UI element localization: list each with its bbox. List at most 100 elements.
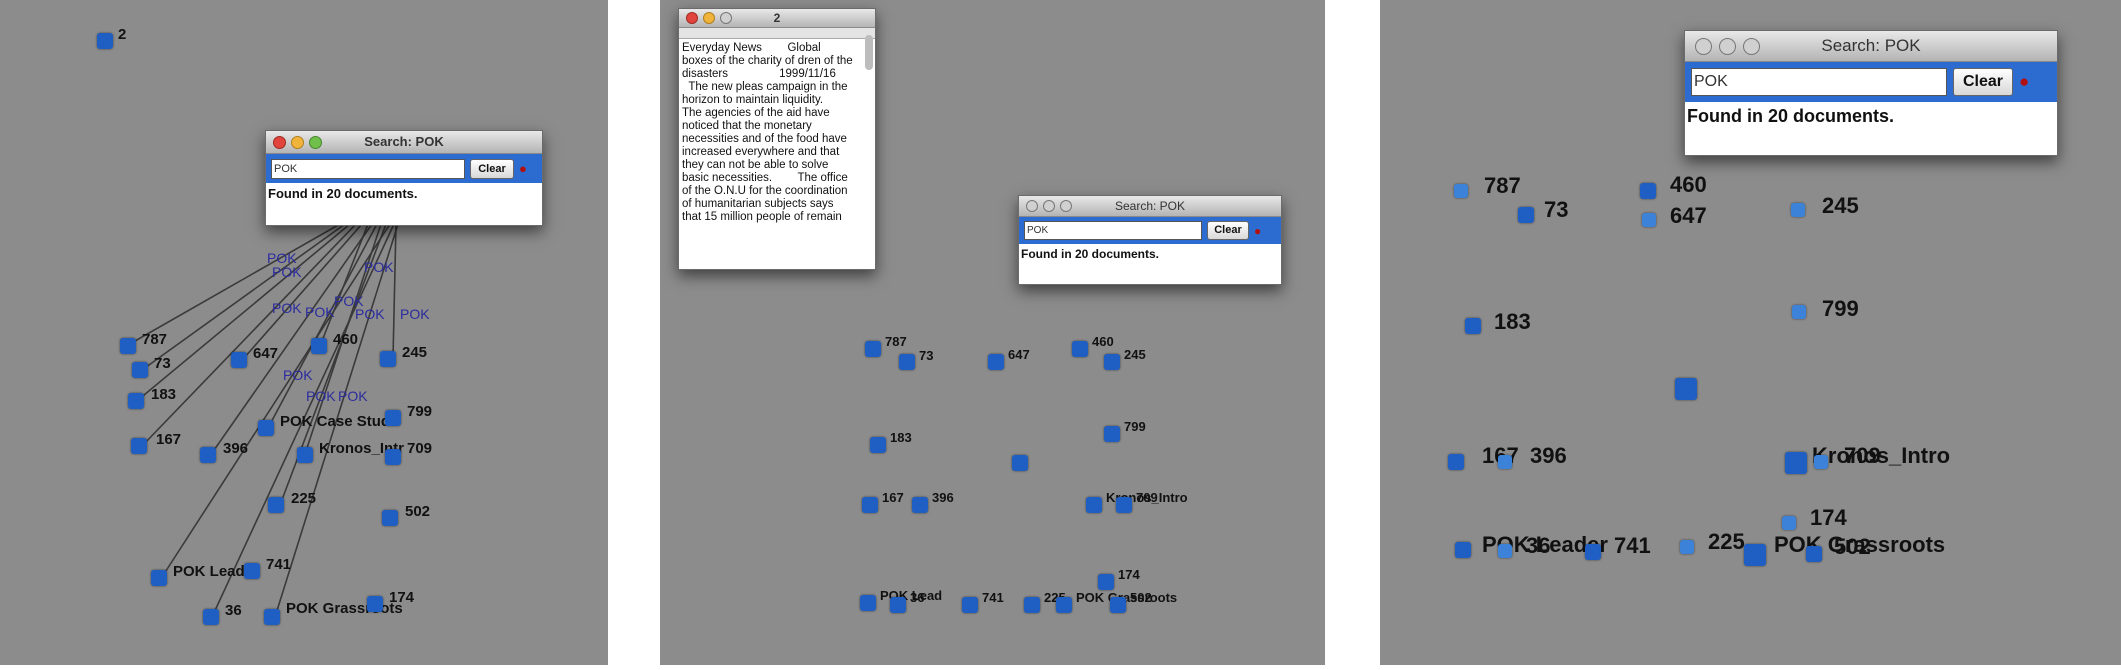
search-input[interactable]: [1691, 68, 1947, 96]
graph-node[interactable]: [258, 420, 274, 436]
graph-node[interactable]: [244, 563, 260, 579]
minimize-dot-icon[interactable]: [703, 12, 715, 24]
graph-node[interactable]: [200, 447, 216, 463]
window-titlebar[interactable]: 2: [679, 9, 875, 28]
keyword-label: POK: [305, 304, 335, 320]
zoom-dot-icon[interactable]: [1060, 200, 1072, 212]
graph-node[interactable]: [1110, 597, 1126, 613]
node-label: 502: [1130, 590, 1152, 605]
pushpin-icon[interactable]: ●: [1254, 224, 1261, 238]
graph-node[interactable]: [870, 437, 886, 453]
graph-node[interactable]: [203, 609, 219, 625]
close-dot-icon[interactable]: [686, 12, 698, 24]
graph-node[interactable]: [1518, 207, 1534, 223]
pushpin-icon[interactable]: ●: [519, 161, 527, 176]
window-controls: [686, 9, 732, 27]
graph-node[interactable]: [380, 351, 396, 367]
graph-node[interactable]: [1498, 455, 1512, 469]
graph-node[interactable]: [1785, 452, 1807, 474]
graph-node[interactable]: [860, 595, 876, 611]
graph-node[interactable]: [297, 447, 313, 463]
graph-node[interactable]: [385, 449, 401, 465]
search-result-text: Found in 20 documents.: [268, 186, 418, 201]
minimize-dot-icon[interactable]: [291, 135, 304, 149]
graph-node[interactable]: [1782, 516, 1796, 530]
window-controls: [1026, 196, 1072, 216]
graph-node[interactable]: [1640, 183, 1656, 199]
graph-node[interactable]: [264, 609, 280, 625]
search-input[interactable]: [1024, 221, 1202, 240]
graph-node[interactable]: [120, 338, 136, 354]
graph-node[interactable]: [1448, 454, 1464, 470]
node-label: 709: [1844, 443, 1881, 468]
node-label: 799: [1822, 296, 1859, 321]
scrollbar-thumb[interactable]: [865, 35, 873, 70]
graph-node[interactable]: [1791, 203, 1805, 217]
keyword-label: POK: [272, 264, 302, 280]
node-label: 787: [1484, 173, 1521, 198]
graph-node[interactable]: [1498, 544, 1512, 558]
graph-node[interactable]: [1104, 354, 1120, 370]
close-dot-icon[interactable]: [273, 135, 286, 149]
zoom-dot-icon[interactable]: [720, 12, 732, 24]
graph-node[interactable]: [890, 597, 906, 613]
graph-node[interactable]: [1056, 597, 1072, 613]
window-titlebar[interactable]: Search: POK: [1685, 31, 2057, 62]
graph-node[interactable]: [1072, 341, 1088, 357]
zoom-dot-icon[interactable]: [1743, 37, 1760, 55]
graph-node[interactable]: [151, 570, 167, 586]
search-input[interactable]: [271, 158, 465, 179]
graph-node[interactable]: [962, 597, 978, 613]
graph-node[interactable]: [1585, 544, 1601, 560]
zoom-dot-icon[interactable]: [309, 135, 322, 149]
graph-node[interactable]: [1012, 455, 1028, 471]
clear-button[interactable]: Clear: [1953, 68, 2013, 96]
graph-node[interactable]: [367, 596, 383, 612]
graph-node[interactable]: [268, 497, 284, 513]
graph-node[interactable]: [1680, 540, 1694, 554]
graph-node[interactable]: [1098, 574, 1114, 590]
node-label: POK Case Stud: [280, 413, 391, 430]
graph-node[interactable]: [1455, 542, 1471, 558]
node-label: Kronos_Intro: [1812, 443, 1951, 468]
search-result-text: Found in 20 documents.: [1687, 106, 1895, 126]
graph-node[interactable]: [912, 497, 928, 513]
graph-node[interactable]: [862, 497, 878, 513]
graph-node[interactable]: [1806, 546, 1822, 562]
graph-node[interactable]: [131, 438, 147, 454]
graph-node[interactable]: [1024, 597, 1040, 613]
graph-node[interactable]: [1814, 455, 1828, 469]
graph-node[interactable]: [382, 510, 398, 526]
clear-button[interactable]: Clear: [1207, 221, 1249, 240]
pushpin-icon[interactable]: ●: [2019, 72, 2029, 92]
graph-node[interactable]: [311, 338, 327, 354]
graph-node[interactable]: [1086, 497, 1102, 513]
graph-node[interactable]: [988, 354, 1004, 370]
window-titlebar[interactable]: Search: POK: [266, 131, 542, 154]
clear-button[interactable]: Clear: [470, 158, 514, 179]
graph-node[interactable]: [1744, 544, 1766, 566]
graph-node[interactable]: [899, 354, 915, 370]
graph-node[interactable]: [1104, 426, 1120, 442]
graph-node[interactable]: [128, 393, 144, 409]
graph-node[interactable]: [1454, 184, 1468, 198]
window-titlebar[interactable]: Search: POK: [1019, 196, 1281, 217]
window-title: Search: POK: [364, 134, 444, 149]
graph-node[interactable]: [385, 410, 401, 426]
minimize-dot-icon[interactable]: [1719, 37, 1736, 55]
graph-node[interactable]: [97, 33, 113, 49]
graph-node[interactable]: [1675, 378, 1697, 400]
graph-node[interactable]: [1642, 213, 1656, 227]
graph-node[interactable]: [1792, 305, 1806, 319]
graph-node[interactable]: [1116, 497, 1132, 513]
window-title: Search: POK: [1821, 36, 1921, 55]
minimize-dot-icon[interactable]: [1043, 200, 1055, 212]
close-dot-icon[interactable]: [1026, 200, 1038, 212]
keyword-label: POK: [272, 300, 302, 316]
graph-node[interactable]: [1465, 318, 1481, 334]
node-label: 73: [919, 348, 934, 363]
graph-node[interactable]: [231, 352, 247, 368]
close-dot-icon[interactable]: [1695, 37, 1712, 55]
graph-node[interactable]: [132, 362, 148, 378]
graph-node[interactable]: [865, 341, 881, 357]
